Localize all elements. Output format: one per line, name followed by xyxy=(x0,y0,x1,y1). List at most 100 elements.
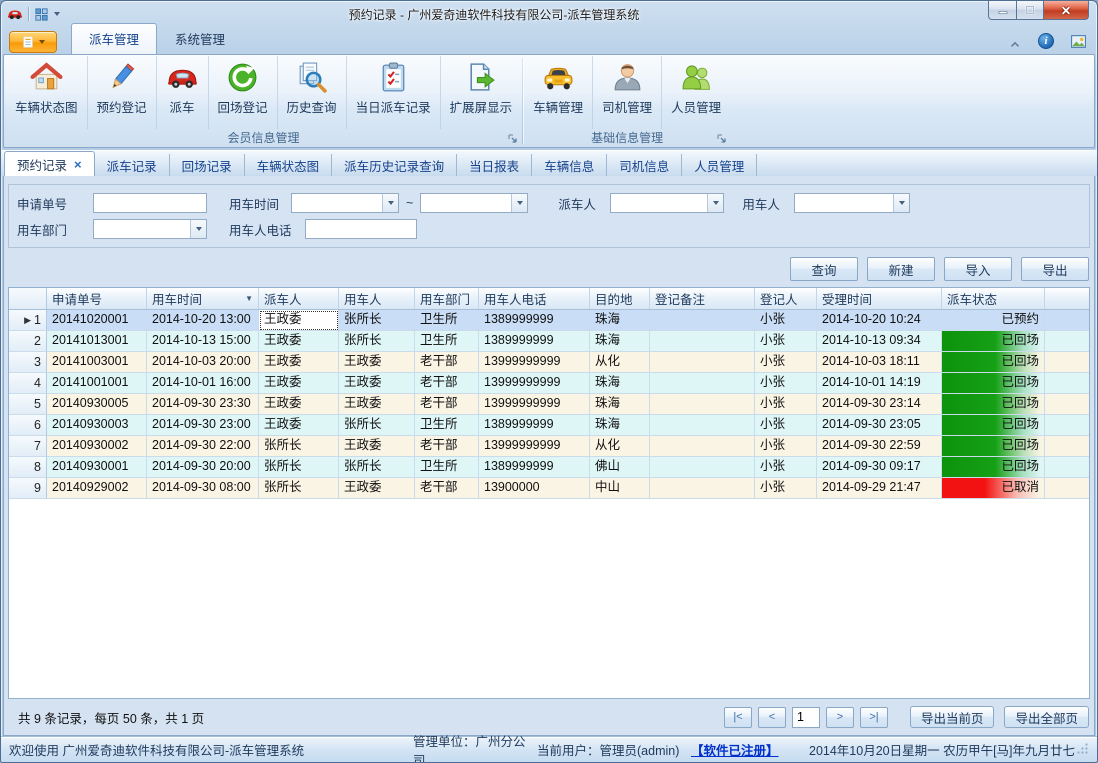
cell[interactable]: 13999999999 xyxy=(479,436,590,457)
cell[interactable]: 13999999999 xyxy=(479,352,590,373)
application-no-input[interactable] xyxy=(93,193,207,213)
ribbon-button-reservation[interactable]: 预约登记 xyxy=(88,56,157,129)
close-tab-icon[interactable]: × xyxy=(74,158,82,171)
status-cell[interactable]: 已回场 xyxy=(942,373,1045,394)
cell[interactable]: 卫生所 xyxy=(415,331,479,352)
doc-tab-3[interactable]: 回场记录 xyxy=(170,154,245,176)
cell[interactable]: 老干部 xyxy=(415,478,479,499)
cell[interactable]: 2014-10-03 18:11 xyxy=(817,352,942,373)
cell[interactable]: 从化 xyxy=(590,436,650,457)
cell[interactable]: 20140930005 xyxy=(47,394,147,415)
cell[interactable]: 2014-09-30 23:05 xyxy=(817,415,942,436)
cell[interactable]: 1389999999 xyxy=(479,415,590,436)
style-icon[interactable] xyxy=(1070,33,1087,49)
cell[interactable] xyxy=(650,352,755,373)
status-cell[interactable]: 已回场 xyxy=(942,352,1045,373)
department-combo[interactable] xyxy=(93,219,207,239)
column-header-5[interactable]: 用车部门 xyxy=(415,288,479,309)
cell[interactable]: 2014-10-13 15:00 xyxy=(147,331,259,352)
cell[interactable] xyxy=(650,436,755,457)
row-indicator[interactable]: 3 xyxy=(9,352,47,373)
cell[interactable]: 小张 xyxy=(755,415,817,436)
cell[interactable]: 13999999999 xyxy=(479,394,590,415)
doc-tab-6[interactable]: 当日报表 xyxy=(457,154,532,176)
export-button[interactable]: 导出 xyxy=(1021,257,1089,281)
column-header-11[interactable]: 派车状态 xyxy=(942,288,1045,309)
user-phone-input[interactable] xyxy=(305,219,417,239)
doc-tab-5[interactable]: 派车历史记录查询 xyxy=(332,154,457,176)
cell[interactable]: 王政委 xyxy=(339,394,415,415)
doc-tab-9[interactable]: 人员管理 xyxy=(682,154,757,176)
chevron-down-icon[interactable] xyxy=(511,194,527,212)
cell[interactable]: 20141013001 xyxy=(47,331,147,352)
status-cell[interactable]: 已回场 xyxy=(942,394,1045,415)
cell[interactable]: 小张 xyxy=(755,331,817,352)
cell[interactable]: 卫生所 xyxy=(415,457,479,478)
column-header-6[interactable]: 用车人电话 xyxy=(479,288,590,309)
cell[interactable]: 张所长 xyxy=(339,331,415,352)
info-icon[interactable]: i xyxy=(1038,33,1054,49)
status-cell[interactable]: 已取消 xyxy=(942,478,1045,499)
cell[interactable]: 珠海 xyxy=(590,373,650,394)
dialog-launcher-icon[interactable] xyxy=(506,132,518,144)
cell[interactable]: 王政委 xyxy=(339,436,415,457)
ribbon-button-today-dispatch-records[interactable]: 当日派车记录 xyxy=(347,56,441,129)
dispatcher-input[interactable] xyxy=(611,194,707,212)
ribbon-button-driver-management[interactable]: 司机管理 xyxy=(593,56,662,129)
first-page-button[interactable]: |< xyxy=(724,707,752,728)
cell[interactable]: 20140929002 xyxy=(47,478,147,499)
cell[interactable]: 1389999999 xyxy=(479,310,590,331)
cell[interactable]: 张所长 xyxy=(259,457,339,478)
prev-page-button[interactable]: < xyxy=(758,707,786,728)
cell[interactable]: 2014-09-30 23:14 xyxy=(817,394,942,415)
ribbon-tab-system[interactable]: 系统管理 xyxy=(157,23,243,54)
cell[interactable]: 王政委 xyxy=(259,373,339,394)
cell[interactable]: 王政委 xyxy=(339,478,415,499)
column-header-7[interactable]: 目的地 xyxy=(590,288,650,309)
cell[interactable]: 2014-10-03 20:00 xyxy=(147,352,259,373)
cell[interactable]: 老干部 xyxy=(415,373,479,394)
doc-tab-4[interactable]: 车辆状态图 xyxy=(245,154,333,176)
cell[interactable]: 2014-10-01 16:00 xyxy=(147,373,259,394)
row-indicator[interactable]: 6 xyxy=(9,415,47,436)
new-button[interactable]: 新建 xyxy=(867,257,935,281)
cell[interactable]: 1389999999 xyxy=(479,457,590,478)
use-time-to-input[interactable] xyxy=(421,194,511,212)
cell[interactable]: 小张 xyxy=(755,310,817,331)
cell[interactable]: 中山 xyxy=(590,478,650,499)
ribbon-tab-dispatch[interactable]: 派车管理 xyxy=(71,23,157,54)
cell[interactable]: 2014-09-30 22:00 xyxy=(147,436,259,457)
cell[interactable]: 王政委 xyxy=(259,415,339,436)
cell[interactable]: 王政委 xyxy=(259,394,339,415)
cell[interactable]: 2014-09-30 09:17 xyxy=(817,457,942,478)
ribbon-button-vehicle-management[interactable]: 车辆管理 xyxy=(524,56,593,129)
cell[interactable]: 13999999999 xyxy=(479,373,590,394)
cell[interactable]: 20141020001 xyxy=(47,310,147,331)
close-button[interactable] xyxy=(1044,1,1089,20)
cell[interactable]: 从化 xyxy=(590,352,650,373)
cell[interactable]: 珠海 xyxy=(590,415,650,436)
chevron-down-icon[interactable] xyxy=(707,194,723,212)
cell[interactable]: 2014-09-30 08:00 xyxy=(147,478,259,499)
cell[interactable]: 2014-10-13 09:34 xyxy=(817,331,942,352)
cell[interactable]: 20141001001 xyxy=(47,373,147,394)
cell[interactable]: 2014-10-01 14:19 xyxy=(817,373,942,394)
column-header-9[interactable]: 登记人 xyxy=(755,288,817,309)
department-input[interactable] xyxy=(94,220,190,238)
resize-grip-icon[interactable] xyxy=(1076,742,1089,758)
cell[interactable]: 王政委 xyxy=(339,373,415,394)
export-current-page-button[interactable]: 导出当前页 xyxy=(910,706,995,728)
cell[interactable]: 张所长 xyxy=(339,310,415,331)
doc-tab-8[interactable]: 司机信息 xyxy=(607,154,682,176)
minimize-button[interactable] xyxy=(988,1,1017,20)
chevron-down-icon[interactable] xyxy=(382,194,398,212)
use-time-from-input[interactable] xyxy=(292,194,382,212)
ribbon-button-personnel-management[interactable]: 人员管理 xyxy=(662,56,730,129)
use-time-from-combo[interactable] xyxy=(291,193,399,213)
ribbon-button-extended-screen[interactable]: 扩展屏显示 xyxy=(441,56,522,129)
cell[interactable] xyxy=(650,457,755,478)
cell[interactable]: 王政委 xyxy=(339,352,415,373)
row-indicator[interactable]: 2 xyxy=(9,331,47,352)
car-user-input[interactable] xyxy=(795,194,893,212)
table-row-1[interactable]: ▶1201410200012014-10-20 13:00王政委张所长卫生所13… xyxy=(9,310,1089,331)
